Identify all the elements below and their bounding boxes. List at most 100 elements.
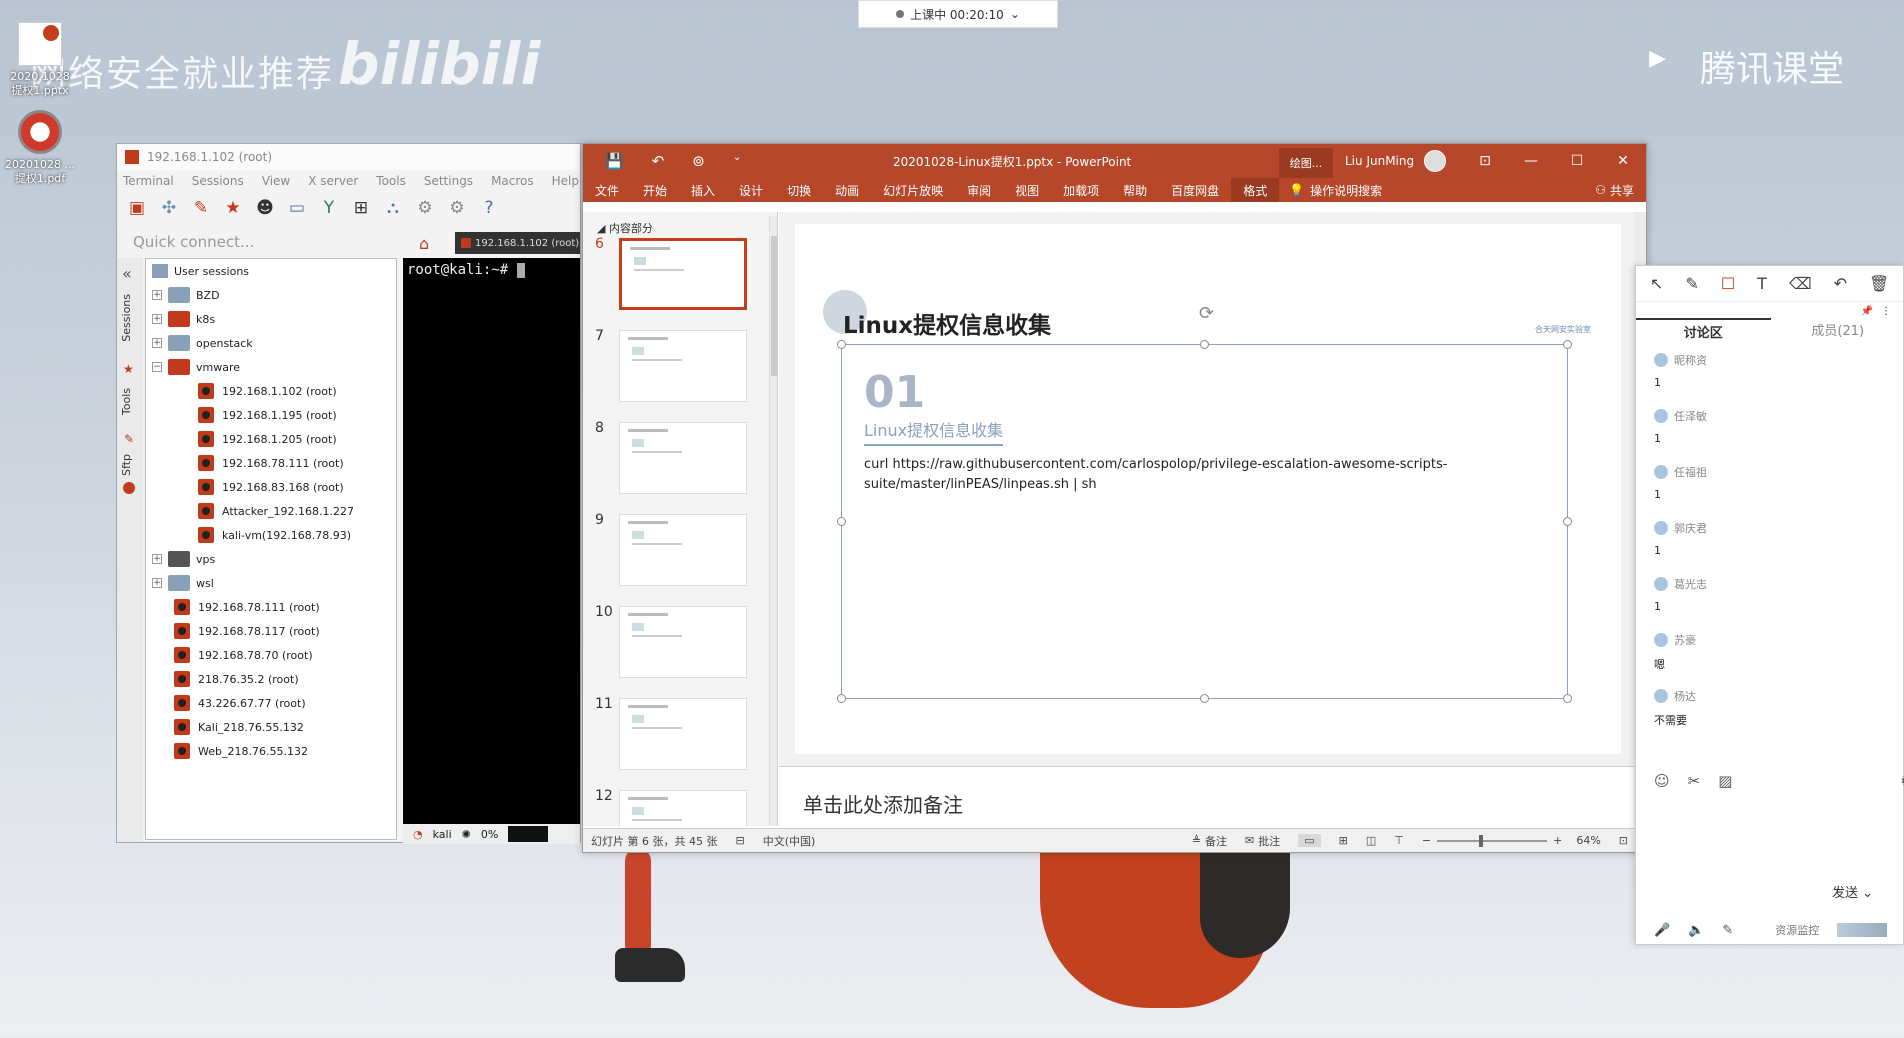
current-slide[interactable]: Linux提权信息收集 合天网安实验室 ⟳ 01 Linux提权信息收集 cur… [795,224,1621,754]
emoji-icon[interactable]: ☺ [1654,772,1670,790]
resize-handle-t[interactable] [1200,340,1209,349]
tab-addins[interactable]: 加载项 [1051,178,1111,202]
terminal-tab[interactable]: 192.168.1.102 (root) [455,232,580,254]
tab-members[interactable]: 成员(21) [1771,318,1904,346]
tab-help[interactable]: 帮助 [1111,178,1159,202]
tree-session[interactable]: 192.168.1.102 (root) [146,379,396,403]
ribbon-display-icon[interactable]: ⊡ [1462,144,1508,178]
side-tab-sftp[interactable]: Sftp [120,454,133,476]
tab-animations[interactable]: 动画 [823,178,871,202]
multiexec-icon[interactable]: ⊞ [349,197,373,219]
star-icon[interactable]: ★ [221,197,245,219]
tree-session[interactable]: 192.168.78.117 (root) [146,619,396,643]
menu-terminal[interactable]: Terminal [123,174,174,188]
pen-icon[interactable]: ✎ [1685,274,1698,293]
zoom-out-button[interactable]: − [1422,834,1431,847]
tree-session[interactable]: Attacker_192.168.1.227 [146,499,396,523]
send-button[interactable]: 发送 ⌄ [1832,882,1873,901]
tree-folder[interactable]: − vmware [146,355,396,379]
tree-folder[interactable]: + vps [146,547,396,571]
customize-qa-icon[interactable]: ⌄ [733,152,741,170]
menu-tools[interactable]: Tools [376,174,406,188]
side-tab-tools[interactable]: Tools [120,388,133,415]
expand-toggle-icon[interactable]: + [152,554,162,564]
tree-session[interactable]: 192.168.78.111 (root) [146,451,396,475]
minimize-button[interactable]: — [1508,144,1554,178]
section-header[interactable]: ◢ 内容部分 [583,212,777,236]
slide-thumbnail[interactable] [619,330,747,402]
tree-session[interactable]: 192.168.78.70 (root) [146,643,396,667]
slide-title[interactable]: Linux提权信息收集 [843,306,1051,340]
menu-help[interactable]: Help [552,174,579,188]
tab-format[interactable]: 格式 [1231,178,1280,202]
zoom-level[interactable]: 64% [1576,834,1600,847]
tree-session[interactable]: 192.168.1.195 (root) [146,403,396,427]
present-icon[interactable]: ⊚ [692,152,705,170]
thumbnails-scrollbar[interactable] [769,216,777,826]
selected-textbox[interactable]: ⟳ 01 Linux提权信息收集 curl https://raw.github… [837,303,1572,703]
menu-xserver[interactable]: X server [308,174,358,188]
tree-session[interactable]: Web_218.76.55.132 [146,739,396,763]
tunnel-icon[interactable]: ⛬ [381,197,405,219]
resize-handle-l[interactable] [837,517,846,526]
tab-baidu[interactable]: 百度网盘 [1159,178,1231,202]
trash-icon[interactable]: 🗑 [1869,274,1889,293]
thumbnails-scroll-thumb[interactable] [771,236,777,376]
account-user[interactable]: Liu JunMing [1345,150,1447,172]
terminal-area[interactable]: root@kali:~# [403,258,580,824]
tree-folder[interactable]: + openstack [146,331,396,355]
pointer-icon[interactable]: ↖ [1650,274,1663,293]
settings-icon[interactable]: ⚙ [445,197,469,219]
resize-handle-tr[interactable] [1563,340,1572,349]
resize-handle-tl[interactable] [837,340,846,349]
undo-icon[interactable]: ↶ [1834,274,1847,293]
zoom-slider-knob[interactable] [1479,834,1484,847]
expand-toggle-icon[interactable]: + [152,338,162,348]
resize-handle-bl[interactable] [837,694,846,703]
mic-icon[interactable]: 🎤 [1654,923,1670,938]
play-icon[interactable]: ▶ [1649,46,1666,71]
eraser-icon[interactable]: ⌫ [1789,274,1812,293]
close-button[interactable]: ✕ [1600,144,1646,178]
resize-handle-b[interactable] [1200,694,1209,703]
tree-folder[interactable]: + k8s [146,307,396,331]
slide-thumbnail[interactable] [619,790,747,826]
tree-session[interactable]: 218.76.35.2 (root) [146,667,396,691]
tab-design[interactable]: 设计 [727,178,775,202]
tab-home[interactable]: 开始 [631,178,679,202]
zoom-slider[interactable] [1437,834,1548,847]
split-icon[interactable]: Y [317,197,341,219]
monitor-icon[interactable]: ▭ [285,197,309,219]
slide-thumbnail[interactable] [619,422,747,494]
servers-icon[interactable]: ✣ [157,197,181,219]
resource-monitor[interactable]: 资源监控 [1775,922,1819,938]
user-icon[interactable]: ☻ [253,197,277,219]
quick-connect-input[interactable]: Quick connect... [125,228,405,256]
image-icon[interactable]: ▨ [1718,772,1732,790]
side-tab-sessions[interactable]: Sessions [120,294,133,342]
tree-session[interactable]: Kali_218.76.55.132 [146,715,396,739]
class-timer-bar[interactable]: 上课中 00:20:10 ⌄ [858,0,1058,28]
resize-handle-r[interactable] [1563,517,1572,526]
session-icon[interactable]: ▣ [125,197,149,219]
speaker-icon[interactable]: 🔈 [1688,923,1704,938]
slide-thumbnail[interactable] [619,698,747,770]
tree-session[interactable]: 192.168.78.111 (root) [146,595,396,619]
slide-body-text[interactable]: curl https://raw.githubusercontent.com/c… [864,455,1464,495]
notes-button[interactable]: ≜ 备注 [1192,833,1227,849]
tab-file[interactable]: 文件 [583,178,631,202]
tree-session[interactable]: 192.168.1.205 (root) [146,427,396,451]
mute-icon[interactable]: ✎ [1722,923,1733,938]
text-icon[interactable]: T [1757,274,1767,293]
expand-toggle-icon[interactable]: − [152,362,162,372]
maximize-button[interactable]: ☐ [1554,144,1600,178]
menu-sessions[interactable]: Sessions [192,174,244,188]
home-tab-icon[interactable]: ⌂ [419,234,429,253]
moba-titlebar[interactable]: 192.168.1.102 (root) [117,144,580,170]
desktop-icon-pdf[interactable]: 20201028 ... 提权1.pdf [2,110,78,186]
settings-icon[interactable]: ⚙ [1900,772,1904,790]
menu-macros[interactable]: Macros [491,174,534,188]
tree-session[interactable]: kali-vm(192.168.78.93) [146,523,396,547]
slideshow-view-icon[interactable]: ⊤ [1394,834,1404,847]
desktop-icon-pptx[interactable]: 2020.1028 提权1.pptx [2,22,78,98]
